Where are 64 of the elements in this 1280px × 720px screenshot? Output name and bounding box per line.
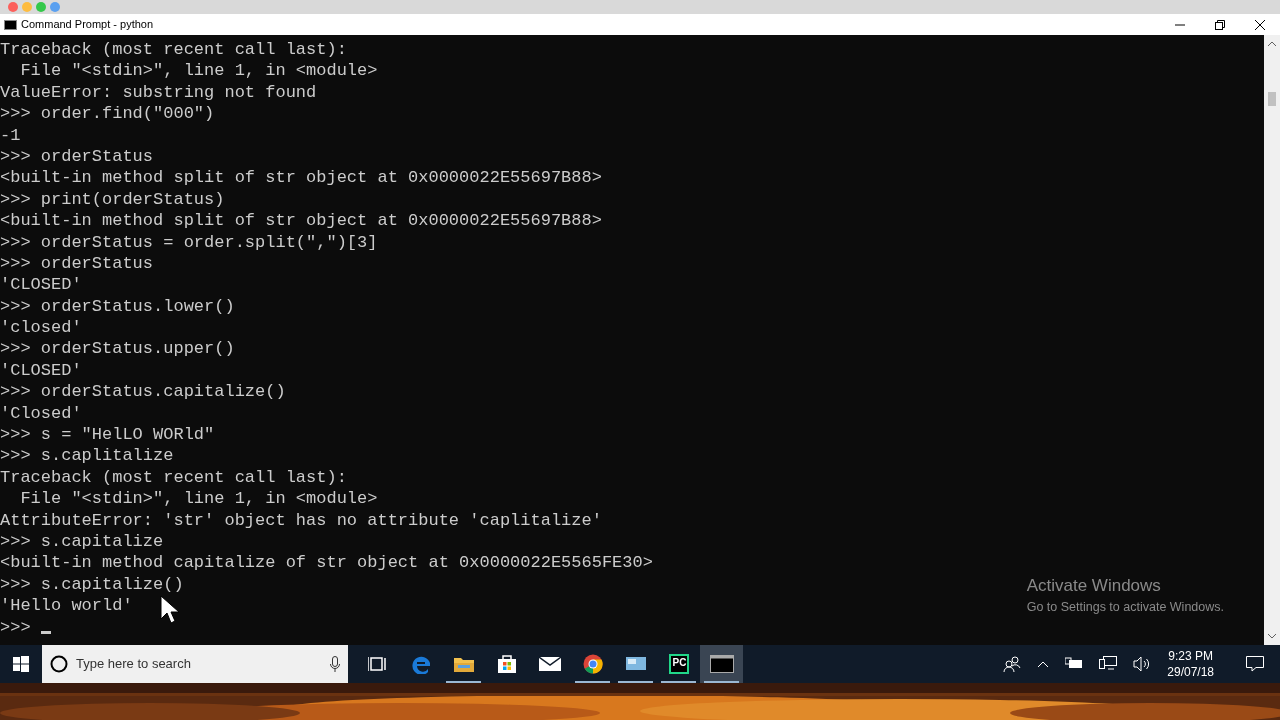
- browser-icon: [410, 654, 431, 674]
- activation-message: Go to Settings to activate Windows.: [1026, 599, 1224, 617]
- cortana-icon: [50, 655, 68, 673]
- activation-title: Activate Windows: [1026, 574, 1162, 597]
- network-icon[interactable]: [1099, 656, 1118, 672]
- monitor-icon: [624, 655, 647, 673]
- console-line: <built-in method capitalize of str object at 0x0000022E5565FE30>: [0, 552, 653, 574]
- console-line: >>> order.find("000"): [0, 103, 215, 125]
- console-line: >>> s.caplitalize: [0, 445, 174, 467]
- text-cursor: [40, 630, 51, 634]
- console-line: 'CLOSED': [0, 274, 82, 296]
- task-view-icon: [367, 656, 388, 672]
- chevron-up-icon[interactable]: [1037, 660, 1050, 668]
- console-line: >>> s = "HelLO WORld": [0, 424, 215, 446]
- console-line: >>> s.capitalize: [0, 531, 164, 553]
- battery-icon[interactable]: [1065, 657, 1084, 671]
- console-line: 'closed': [0, 317, 82, 339]
- console-line: File "<stdin>", line 1, in <module>: [19, 488, 378, 510]
- scroll-thumb[interactable]: [1268, 92, 1276, 106]
- minimize-dot-icon[interactable]: [22, 2, 32, 12]
- console-line: ValueError: substring not found: [0, 81, 317, 104]
- terminal-icon: [4, 19, 17, 30]
- taskbar-app-button[interactable]: [700, 645, 743, 683]
- console-line: >>> orderStatus = order.split(",")[3]: [0, 231, 378, 253]
- search-field[interactable]: Type here to search: [42, 645, 348, 683]
- scrollbar[interactable]: [1264, 35, 1280, 645]
- windows-logo-icon: [13, 656, 29, 672]
- console-line: >>> s.capitalize(): [0, 573, 184, 596]
- console-line: -1: [0, 124, 21, 146]
- console-line: >>> orderStatus.capitalize(): [0, 381, 286, 403]
- close-icon: [1255, 19, 1265, 30]
- console-line: >>> orderStatus: [0, 145, 154, 168]
- restore-icon: [1215, 19, 1225, 30]
- folder-icon: [452, 655, 475, 673]
- console-line: AttributeError: 'str' object has no attribute 'caplitalize': [0, 509, 602, 531]
- console-line: >>> orderStatus.lower(): [0, 295, 235, 318]
- console-line: >>> orderStatus.upper(): [0, 338, 235, 360]
- people-icon[interactable]: [1003, 656, 1022, 672]
- clock-time[interactable]: 9:23 PM: [1167, 647, 1214, 664]
- console-line: Traceback (most recent call last):: [0, 466, 347, 489]
- console-line: >>> print(orderStatus): [0, 188, 225, 211]
- console-line: 'CLOSED': [0, 359, 82, 382]
- console-line: <built-in method split of str object at 0x0000022E55697B88>: [0, 210, 602, 232]
- envelope-icon: [538, 656, 561, 672]
- browser-icon: [582, 654, 603, 674]
- console-line: Traceback (most recent call last):: [0, 39, 347, 61]
- volume-icon[interactable]: [1133, 656, 1152, 672]
- console-line: >>> orderStatus: [0, 252, 154, 275]
- terminal-icon: [709, 655, 734, 673]
- console-line: 'Hello world': [0, 595, 133, 617]
- mouse-pointer-icon: [160, 595, 182, 625]
- close-dot-icon[interactable]: [8, 2, 18, 12]
- microphone-icon[interactable]: [330, 656, 340, 672]
- shopping-bag-icon: [496, 654, 517, 674]
- window-title: Command Prompt - python: [21, 17, 154, 33]
- taskbar-app-button[interactable]: PC: [657, 645, 700, 683]
- clock-date[interactable]: 29/07/18: [1167, 664, 1214, 681]
- notification-icon[interactable]: [1246, 656, 1264, 672]
- console-prompt: >>>: [0, 616, 31, 638]
- fullscreen-dot-icon[interactable]: [50, 2, 60, 12]
- console-line: <built-in method split of str object at 0x0000022E55697B88>: [0, 167, 602, 189]
- console-line: File "<stdin>", line 1, in <module>: [19, 60, 378, 82]
- zoom-dot-icon[interactable]: [36, 2, 46, 12]
- console-line: 'Closed': [0, 402, 82, 425]
